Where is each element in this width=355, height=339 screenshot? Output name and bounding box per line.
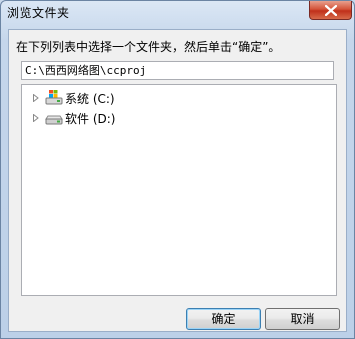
cancel-button[interactable]: 取消 [265, 308, 340, 330]
local-drive-icon [45, 115, 63, 125]
close-button[interactable] [309, 1, 352, 20]
folder-tree[interactable]: 系统 (C:) 软件 (D:) [21, 84, 337, 296]
folder-path-field[interactable]: C:\西西网络图\ccproj [21, 61, 334, 80]
instruction-text: 在下列列表中选择一个文件夹，然后单击“确定”。 [16, 40, 281, 54]
tree-item-label: 系统 (C:) [65, 92, 115, 106]
expand-arrow-icon[interactable] [33, 114, 39, 122]
tree-item-drive-c[interactable]: 系统 (C:) [22, 88, 142, 108]
ok-button[interactable]: 确定 [186, 308, 261, 330]
expand-arrow-icon[interactable] [33, 94, 39, 102]
dialog-body: 在下列列表中选择一个文件夹，然后单击“确定”。 C:\西西网络图\ccproj … [8, 29, 347, 332]
system-drive-icon [45, 90, 63, 105]
tree-item-label: 软件 (D:) [65, 112, 116, 126]
title-bar[interactable]: 浏览文件夹 [1, 1, 354, 25]
tree-item-drive-d[interactable]: 软件 (D:) [22, 108, 142, 128]
close-icon [325, 5, 337, 16]
browse-folder-dialog: 浏览文件夹 在下列列表中选择一个文件夹，然后单击“确定”。 C:\西西网络图\c… [0, 0, 355, 339]
window-title: 浏览文件夹 [7, 6, 70, 20]
